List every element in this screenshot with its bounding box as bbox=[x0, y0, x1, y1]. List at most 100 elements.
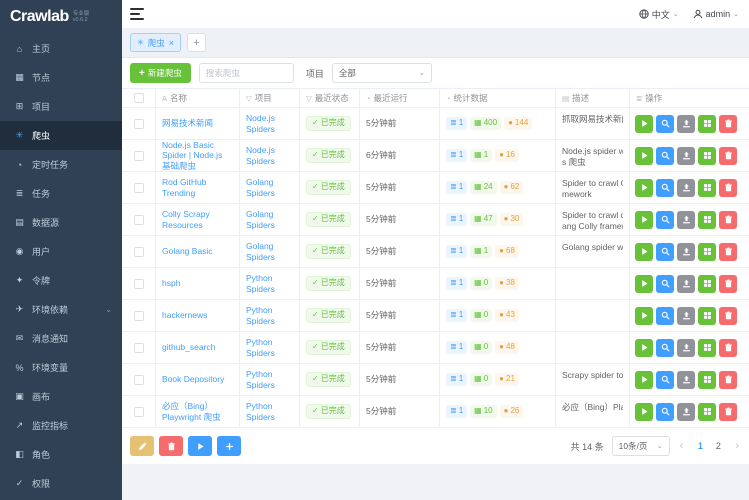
new-spider-button[interactable]: + 新建爬虫 bbox=[130, 63, 191, 83]
run-button[interactable] bbox=[635, 146, 653, 165]
search-input[interactable] bbox=[198, 63, 294, 83]
row-checkbox[interactable] bbox=[133, 406, 144, 417]
close-icon[interactable]: × bbox=[169, 38, 174, 48]
view-button[interactable] bbox=[656, 178, 674, 197]
spider-name-link[interactable]: 网易技术新闻 bbox=[162, 118, 213, 129]
column-header-1[interactable]: ▽ 项目 bbox=[240, 89, 300, 107]
run-button[interactable] bbox=[635, 370, 653, 389]
column-header-5[interactable]: ▤ 描述 bbox=[556, 89, 630, 107]
data-button[interactable] bbox=[698, 114, 716, 133]
data-button[interactable] bbox=[698, 402, 716, 421]
sidebar-item-0[interactable]: ⌂ 主页 bbox=[0, 34, 122, 63]
row-checkbox[interactable] bbox=[133, 374, 144, 385]
user-menu[interactable]: admin ⌄ bbox=[693, 9, 739, 19]
delete-button[interactable] bbox=[719, 210, 737, 229]
project-link[interactable]: Golang Spiders bbox=[246, 241, 293, 262]
upload-button[interactable] bbox=[677, 178, 695, 197]
language-selector[interactable]: 中文 ⌄ bbox=[639, 8, 679, 21]
column-header-2[interactable]: ▽ 最近状态 bbox=[300, 89, 360, 107]
delete-button[interactable] bbox=[719, 242, 737, 261]
project-link[interactable]: Node.js Spiders bbox=[246, 145, 293, 166]
run-button[interactable] bbox=[635, 306, 653, 325]
run-button[interactable] bbox=[635, 338, 653, 357]
project-link[interactable]: Python Spiders bbox=[246, 369, 293, 390]
page-button-2[interactable]: 2 bbox=[711, 441, 725, 451]
delete-button[interactable] bbox=[719, 306, 737, 325]
upload-button[interactable] bbox=[677, 370, 695, 389]
upload-button[interactable] bbox=[677, 402, 695, 421]
data-button[interactable] bbox=[698, 306, 716, 325]
view-button[interactable] bbox=[656, 370, 674, 389]
view-button[interactable] bbox=[656, 242, 674, 261]
sidebar-item-1[interactable]: ▦ 节点 bbox=[0, 63, 122, 92]
tab-spiders[interactable]: ✳ 爬虫 × bbox=[130, 33, 181, 52]
project-link[interactable]: Python Spiders bbox=[246, 401, 293, 422]
spider-name-link[interactable]: hackernews bbox=[162, 310, 207, 321]
column-header-0[interactable]: A 名称 bbox=[156, 89, 240, 107]
upload-button[interactable] bbox=[677, 114, 695, 133]
run-button[interactable] bbox=[635, 178, 653, 197]
project-filter-select[interactable]: 全部 ⌄ bbox=[331, 63, 432, 83]
row-checkbox[interactable] bbox=[133, 214, 144, 225]
project-link[interactable]: Node.js Spiders bbox=[246, 113, 293, 134]
view-button[interactable] bbox=[656, 338, 674, 357]
upload-button[interactable] bbox=[677, 338, 695, 357]
spider-name-link[interactable]: hsph bbox=[162, 278, 180, 289]
sidebar-item-13[interactable]: ↗ 监控指标 bbox=[0, 411, 122, 440]
delete-button[interactable] bbox=[719, 370, 737, 389]
delete-button[interactable] bbox=[719, 114, 737, 133]
spider-name-link[interactable]: Book Depository bbox=[162, 374, 224, 385]
project-link[interactable]: Golang Spiders bbox=[246, 177, 293, 198]
sidebar-item-3[interactable]: ✳ 爬虫 bbox=[0, 121, 122, 150]
delete-button[interactable] bbox=[719, 402, 737, 421]
spider-name-link[interactable]: Node.js Basic Spider | Node.js 基础爬虫 bbox=[162, 140, 233, 171]
row-checkbox[interactable] bbox=[133, 182, 144, 193]
project-link[interactable]: Python Spiders bbox=[246, 273, 293, 294]
data-button[interactable] bbox=[698, 146, 716, 165]
page-size-select[interactable]: 10条/页 ⌄ bbox=[611, 436, 670, 456]
data-button[interactable] bbox=[698, 210, 716, 229]
row-checkbox[interactable] bbox=[133, 118, 144, 129]
delete-button[interactable] bbox=[719, 178, 737, 197]
column-header-6[interactable]: ≣ 操作 bbox=[630, 89, 749, 107]
run-button[interactable] bbox=[635, 402, 653, 421]
spider-name-link[interactable]: Golang Basic bbox=[162, 246, 213, 257]
upload-button[interactable] bbox=[677, 242, 695, 261]
column-header-4[interactable]: ◔ 统计数据 bbox=[440, 89, 556, 107]
logo[interactable]: Crawlab 专业版 v0.6.2 bbox=[0, 0, 122, 34]
batch-add-button[interactable] bbox=[217, 436, 241, 456]
sidebar-item-4[interactable]: ◔ 定时任务 bbox=[0, 150, 122, 179]
row-checkbox[interactable] bbox=[133, 246, 144, 257]
sidebar-item-14[interactable]: ◧ 角色 bbox=[0, 440, 122, 469]
run-button[interactable] bbox=[635, 114, 653, 133]
add-tab-button[interactable]: + bbox=[186, 33, 206, 52]
project-link[interactable]: Python Spiders bbox=[246, 305, 293, 326]
spider-name-link[interactable]: github_search bbox=[162, 342, 215, 353]
column-header-3[interactable]: ◔ 最近运行 bbox=[360, 89, 440, 107]
prev-page-button[interactable]: ‹ bbox=[678, 440, 686, 452]
delete-button[interactable] bbox=[719, 146, 737, 165]
run-button[interactable] bbox=[635, 274, 653, 293]
next-page-button[interactable]: › bbox=[733, 440, 741, 452]
sidebar-item-9[interactable]: ✈ 环境依赖 ⌄ bbox=[0, 295, 122, 324]
data-button[interactable] bbox=[698, 178, 716, 197]
view-button[interactable] bbox=[656, 210, 674, 229]
row-checkbox[interactable] bbox=[133, 342, 144, 353]
project-link[interactable]: Golang Spiders bbox=[246, 209, 293, 230]
upload-button[interactable] bbox=[677, 306, 695, 325]
view-button[interactable] bbox=[656, 274, 674, 293]
row-checkbox[interactable] bbox=[133, 278, 144, 289]
data-button[interactable] bbox=[698, 338, 716, 357]
data-button[interactable] bbox=[698, 370, 716, 389]
sidebar-item-15[interactable]: ✓ 权限 bbox=[0, 469, 122, 498]
data-button[interactable] bbox=[698, 274, 716, 293]
project-link[interactable]: Python Spiders bbox=[246, 337, 293, 358]
view-button[interactable] bbox=[656, 146, 674, 165]
sidebar-item-2[interactable]: ⊞ 项目 bbox=[0, 92, 122, 121]
delete-button[interactable] bbox=[719, 274, 737, 293]
select-all-checkbox[interactable] bbox=[133, 93, 144, 103]
batch-delete-button[interactable] bbox=[159, 436, 183, 456]
run-button[interactable] bbox=[635, 210, 653, 229]
sidebar-item-7[interactable]: ◉ 用户 bbox=[0, 237, 122, 266]
row-checkbox[interactable] bbox=[133, 150, 144, 161]
